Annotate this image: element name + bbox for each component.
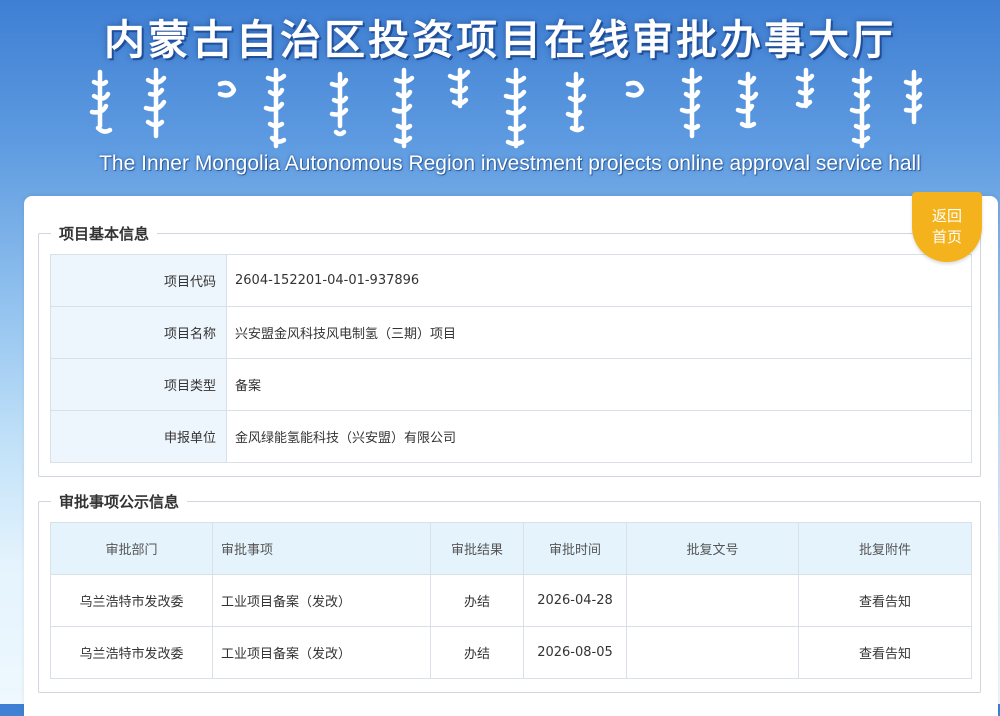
approval-item: 工业项目备案（发改） <box>212 626 431 679</box>
mongolian-script-graphic <box>89 67 923 149</box>
project-code-label: 项目代码 <box>50 254 227 307</box>
back-to-home-button[interactable]: 返回 首页 <box>912 192 982 262</box>
project-info-table: 项目代码 2604-152201-04-01-937896 项目名称 兴安盟金风… <box>50 254 972 463</box>
approval-dept: 乌兰浩特市发改委 <box>50 574 213 627</box>
header-approval-item: 审批事项 <box>212 522 431 575</box>
page-title-english: The Inner Mongolia Autonomous Region inv… <box>99 152 921 175</box>
approval-item: 工业项目备案（发改） <box>212 574 431 627</box>
table-row: 项目代码 2604-152201-04-01-937896 <box>50 254 972 307</box>
view-notice-link[interactable]: 查看告知 <box>798 626 972 679</box>
header-approval-result: 审批结果 <box>430 522 524 575</box>
approval-date: 2026-08-05 <box>523 626 627 679</box>
applicant-unit-label: 申报单位 <box>50 410 227 463</box>
applicant-unit-value: 金风绿能氢能科技（兴安盟）有限公司 <box>226 410 972 463</box>
page-title-chinese: 内蒙古自治区投资项目在线审批办事大厅 <box>104 16 896 64</box>
table-row: 申报单位 金风绿能氢能科技（兴安盟）有限公司 <box>50 410 972 463</box>
approval-table-header-row: 审批部门 审批事项 审批结果 审批时间 批复文号 批复附件 <box>50 522 972 575</box>
table-row: 乌兰浩特市发改委 工业项目备案（发改） 办结 2026-04-28 查看告知 <box>50 574 972 627</box>
approval-table: 审批部门 审批事项 审批结果 审批时间 批复文号 批复附件 乌兰浩特市发改委 工… <box>50 522 972 679</box>
document-number <box>626 574 799 627</box>
project-type-label: 项目类型 <box>50 358 227 411</box>
project-code-value: 2604-152201-04-01-937896 <box>226 254 972 307</box>
approval-result: 办结 <box>430 626 524 679</box>
project-info-legend: 项目基本信息 <box>51 223 158 244</box>
table-row: 乌兰浩特市发改委 工业项目备案（发改） 办结 2026-08-05 查看告知 <box>50 626 972 679</box>
approval-dept: 乌兰浩特市发改委 <box>50 626 213 679</box>
table-row: 项目类型 备案 <box>50 358 972 411</box>
project-name-label: 项目名称 <box>50 306 227 359</box>
table-row: 项目名称 兴安盟金风科技风电制氢（三期）项目 <box>50 306 972 359</box>
header-document-number: 批复文号 <box>626 522 799 575</box>
header-banner: 内蒙古自治区投资项目在线审批办事大厅 The Inner Mongolia Au… <box>0 0 1000 196</box>
header-approval-date: 审批时间 <box>523 522 627 575</box>
approval-date: 2026-04-28 <box>523 574 627 627</box>
back-button-line2: 首页 <box>931 228 962 246</box>
back-button-line1: 返回 <box>931 207 962 225</box>
project-type-value: 备案 <box>226 358 972 411</box>
approval-result: 办结 <box>430 574 524 627</box>
view-notice-link[interactable]: 查看告知 <box>798 574 972 627</box>
approval-info-legend: 审批事项公示信息 <box>51 491 188 512</box>
header-approval-dept: 审批部门 <box>50 522 213 575</box>
header-attachment: 批复附件 <box>798 522 972 575</box>
project-name-value: 兴安盟金风科技风电制氢（三期）项目 <box>226 306 972 359</box>
document-number <box>626 626 799 679</box>
mongolian-script-title <box>88 66 928 152</box>
